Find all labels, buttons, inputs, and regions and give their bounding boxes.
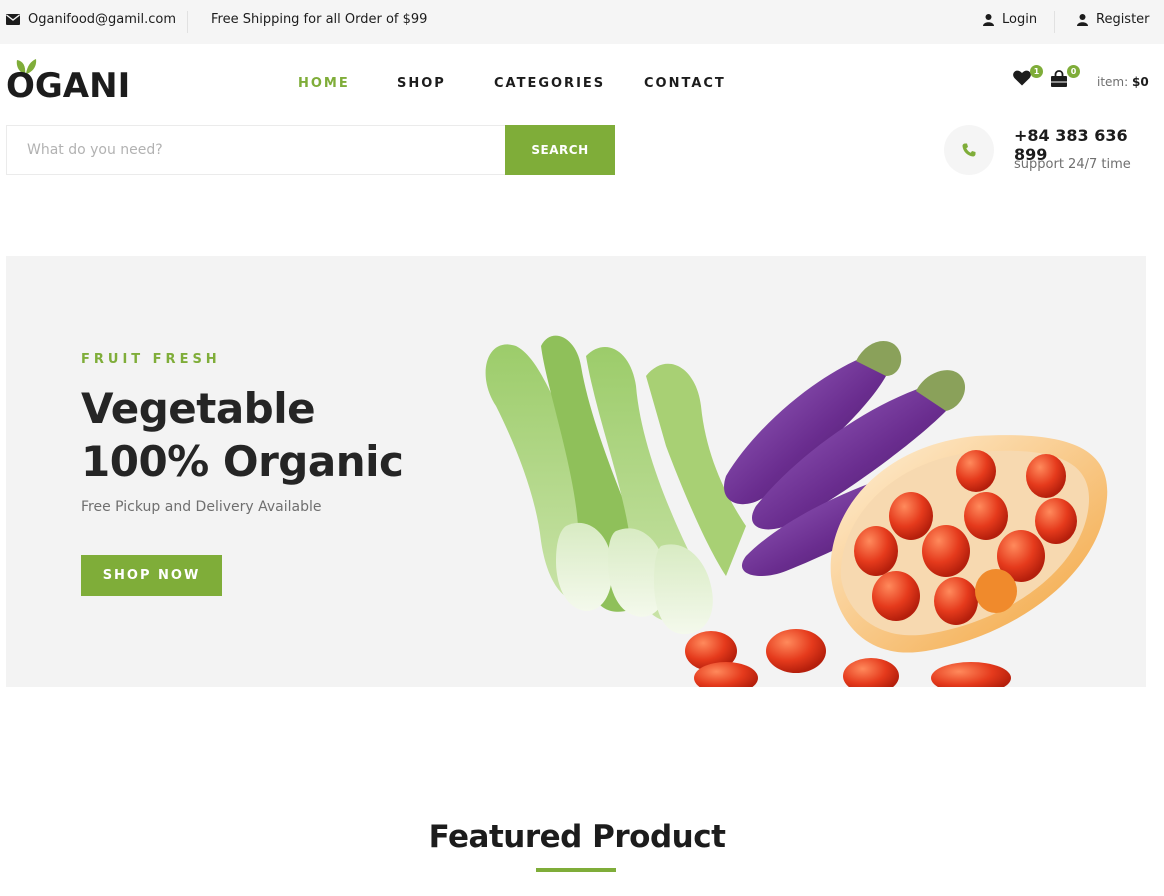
search-button[interactable]: SEARCH [505,125,615,175]
cart-count-badge: 0 [1067,65,1080,78]
nav-shop[interactable]: SHOP [397,76,446,91]
phone-icon [962,143,976,157]
header-email[interactable]: Oganifood@gamil.com [6,12,176,27]
nav-contact[interactable]: CONTACT [644,76,726,91]
hero-headline-line2: 100% Organic [81,437,404,486]
hero-vegetables-image [485,335,1108,687]
search-form [6,125,506,175]
login-link[interactable]: Login [983,12,1037,27]
cart-total: item: $0 [1097,75,1149,89]
register-link[interactable]: Register [1077,12,1150,27]
email-text: Oganifood@gamil.com [28,12,177,27]
cart-total-label: item: [1097,75,1129,89]
envelope-icon [6,14,20,25]
heart-icon [1013,70,1031,86]
user-icon [1077,13,1088,26]
hero-headline: Vegetable 100% Organic [81,382,404,488]
phone-icon-circle [944,125,994,175]
shop-now-button[interactable]: SHOP NOW [81,555,222,596]
wishlist-button[interactable]: 1 [1013,65,1043,92]
topbar-divider [187,11,188,33]
shipping-notice: Free Shipping for all Order of $99 [211,12,428,27]
featured-product-heading: Featured Product [428,819,726,855]
login-label: Login [1002,12,1038,27]
hero-eyebrow: FRUIT FRESH [81,352,221,367]
support-hours-text: support 24/7 time [1014,157,1131,172]
title-underline [536,868,616,872]
search-input[interactable] [7,126,505,174]
hero-banner: FRUIT FRESH Vegetable 100% Organic Free … [6,256,1146,687]
user-icon [983,13,994,26]
nav-home[interactable]: HOME [298,76,350,91]
topbar-divider [1054,11,1055,33]
featured-product-section-title: Featured Product [0,817,1164,872]
register-label: Register [1096,12,1150,27]
wishlist-count-badge: 1 [1030,65,1043,78]
cart-button[interactable]: 0 [1050,65,1080,92]
shopping-bag-icon [1051,70,1067,87]
cart-total-amount: $0 [1131,75,1149,89]
hero-subtitle: Free Pickup and Delivery Available [81,499,322,515]
top-bar: Oganifood@gamil.com Free Shipping for al… [0,0,1164,44]
nav-categories[interactable]: CATEGORIES [494,76,605,91]
main-nav: HOME SHOP CATEGORIES CONTACT [0,76,1164,96]
hero-headline-line1: Vegetable [81,384,316,433]
